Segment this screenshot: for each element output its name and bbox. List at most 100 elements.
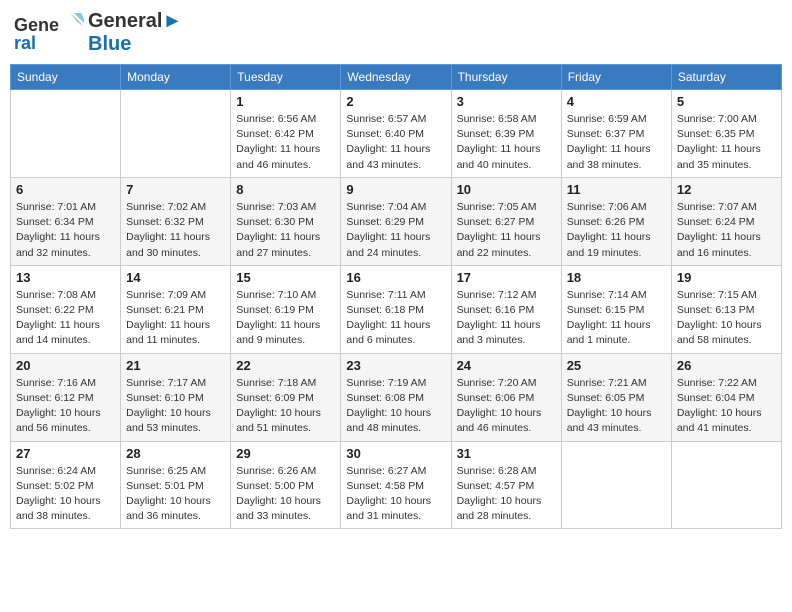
calendar-week-2: 6 Sunrise: 7:01 AMSunset: 6:34 PMDaylight… — [11, 177, 782, 265]
day-number: 31 — [457, 446, 556, 461]
day-info: Sunrise: 7:18 AMSunset: 6:09 PMDaylight:… — [236, 376, 335, 437]
day-info: Sunrise: 7:08 AMSunset: 6:22 PMDaylight:… — [16, 288, 115, 349]
calendar-cell: 26 Sunrise: 7:22 AMSunset: 6:04 PMDayligh… — [671, 353, 781, 441]
day-info: Sunrise: 6:25 AMSunset: 5:01 PMDaylight:… — [126, 464, 225, 525]
day-number: 22 — [236, 358, 335, 373]
day-info: Sunrise: 7:00 AMSunset: 6:35 PMDaylight:… — [677, 112, 776, 173]
calendar-cell: 20 Sunrise: 7:16 AMSunset: 6:12 PMDayligh… — [11, 353, 121, 441]
calendar-cell — [11, 90, 121, 178]
calendar-cell: 24 Sunrise: 7:20 AMSunset: 6:06 PMDayligh… — [451, 353, 561, 441]
day-header-tuesday: Tuesday — [231, 65, 341, 90]
day-info: Sunrise: 7:22 AMSunset: 6:04 PMDaylight:… — [677, 376, 776, 437]
day-number: 29 — [236, 446, 335, 461]
calendar-cell: 16 Sunrise: 7:11 AMSunset: 6:18 PMDayligh… — [341, 265, 451, 353]
day-info: Sunrise: 7:03 AMSunset: 6:30 PMDaylight:… — [236, 200, 335, 261]
day-number: 7 — [126, 182, 225, 197]
calendar-cell: 1 Sunrise: 6:56 AMSunset: 6:42 PMDaylight… — [231, 90, 341, 178]
day-info: Sunrise: 7:01 AMSunset: 6:34 PMDaylight:… — [16, 200, 115, 261]
day-number: 14 — [126, 270, 225, 285]
day-number: 23 — [346, 358, 445, 373]
day-number: 1 — [236, 94, 335, 109]
day-info: Sunrise: 7:16 AMSunset: 6:12 PMDaylight:… — [16, 376, 115, 437]
day-number: 8 — [236, 182, 335, 197]
calendar-cell: 6 Sunrise: 7:01 AMSunset: 6:34 PMDaylight… — [11, 177, 121, 265]
calendar-cell — [671, 441, 781, 529]
day-info: Sunrise: 7:14 AMSunset: 6:15 PMDaylight:… — [567, 288, 666, 349]
calendar-cell: 4 Sunrise: 6:59 AMSunset: 6:37 PMDaylight… — [561, 90, 671, 178]
day-info: Sunrise: 6:28 AMSunset: 4:57 PMDaylight:… — [457, 464, 556, 525]
calendar-cell: 10 Sunrise: 7:05 AMSunset: 6:27 PMDayligh… — [451, 177, 561, 265]
day-info: Sunrise: 6:59 AMSunset: 6:37 PMDaylight:… — [567, 112, 666, 173]
calendar-cell: 18 Sunrise: 7:14 AMSunset: 6:15 PMDayligh… — [561, 265, 671, 353]
day-info: Sunrise: 7:20 AMSunset: 6:06 PMDaylight:… — [457, 376, 556, 437]
day-number: 16 — [346, 270, 445, 285]
day-info: Sunrise: 6:24 AMSunset: 5:02 PMDaylight:… — [16, 464, 115, 525]
day-number: 25 — [567, 358, 666, 373]
calendar-cell: 23 Sunrise: 7:19 AMSunset: 6:08 PMDayligh… — [341, 353, 451, 441]
day-info: Sunrise: 7:11 AMSunset: 6:18 PMDaylight:… — [346, 288, 445, 349]
calendar-cell: 2 Sunrise: 6:57 AMSunset: 6:40 PMDaylight… — [341, 90, 451, 178]
calendar-cell — [561, 441, 671, 529]
day-info: Sunrise: 7:12 AMSunset: 6:16 PMDaylight:… — [457, 288, 556, 349]
calendar-cell: 28 Sunrise: 6:25 AMSunset: 5:01 PMDayligh… — [121, 441, 231, 529]
day-number: 30 — [346, 446, 445, 461]
day-info: Sunrise: 6:57 AMSunset: 6:40 PMDaylight:… — [346, 112, 445, 173]
calendar-cell: 9Sunrise: 7:04 AMSunset: 6:29 PMDaylight… — [341, 177, 451, 265]
day-number: 2 — [346, 94, 445, 109]
calendar: SundayMondayTuesdayWednesdayThursdayFrid… — [10, 64, 782, 529]
calendar-cell: 31 Sunrise: 6:28 AMSunset: 4:57 PMDayligh… — [451, 441, 561, 529]
day-number: 20 — [16, 358, 115, 373]
day-header-wednesday: Wednesday — [341, 65, 451, 90]
calendar-cell: 15Sunrise: 7:10 AMSunset: 6:19 PMDayligh… — [231, 265, 341, 353]
day-info: Sunrise: 7:19 AMSunset: 6:08 PMDaylight:… — [346, 376, 445, 437]
day-info: Sunrise: 7:02 AMSunset: 6:32 PMDaylight:… — [126, 200, 225, 261]
day-info: Sunrise: 7:10 AMSunset: 6:19 PMDaylight:… — [236, 288, 335, 349]
calendar-cell: 13 Sunrise: 7:08 AMSunset: 6:22 PMDayligh… — [11, 265, 121, 353]
day-header-thursday: Thursday — [451, 65, 561, 90]
day-number: 28 — [126, 446, 225, 461]
day-info: Sunrise: 7:09 AMSunset: 6:21 PMDaylight:… — [126, 288, 225, 349]
day-number: 10 — [457, 182, 556, 197]
day-number: 4 — [567, 94, 666, 109]
calendar-cell: 19Sunrise: 7:15 AMSunset: 6:13 PMDayligh… — [671, 265, 781, 353]
day-number: 26 — [677, 358, 776, 373]
calendar-week-3: 13 Sunrise: 7:08 AMSunset: 6:22 PMDayligh… — [11, 265, 782, 353]
calendar-cell: 30 Sunrise: 6:27 AMSunset: 4:58 PMDayligh… — [341, 441, 451, 529]
day-number: 18 — [567, 270, 666, 285]
calendar-cell: 14 Sunrise: 7:09 AMSunset: 6:21 PMDayligh… — [121, 265, 231, 353]
calendar-cell: 8 Sunrise: 7:03 AMSunset: 6:30 PMDaylight… — [231, 177, 341, 265]
svg-text:ral: ral — [14, 33, 36, 53]
calendar-cell: 29 Sunrise: 6:26 AMSunset: 5:00 PMDayligh… — [231, 441, 341, 529]
day-info: Sunrise: 6:26 AMSunset: 5:00 PMDaylight:… — [236, 464, 335, 525]
calendar-cell: 22 Sunrise: 7:18 AMSunset: 6:09 PMDayligh… — [231, 353, 341, 441]
calendar-cell: 5Sunrise: 7:00 AMSunset: 6:35 PMDaylight… — [671, 90, 781, 178]
day-number: 24 — [457, 358, 556, 373]
day-info: Sunrise: 7:05 AMSunset: 6:27 PMDaylight:… — [457, 200, 556, 261]
day-number: 21 — [126, 358, 225, 373]
calendar-cell: 21 Sunrise: 7:17 AMSunset: 6:10 PMDayligh… — [121, 353, 231, 441]
day-info: Sunrise: 6:56 AMSunset: 6:42 PMDaylight:… — [236, 112, 335, 173]
calendar-cell — [121, 90, 231, 178]
day-info: Sunrise: 7:04 AMSunset: 6:29 PMDaylight:… — [346, 200, 445, 261]
page-header: Gene ral General► Blue — [10, 10, 782, 56]
day-number: 11 — [567, 182, 666, 197]
day-info: Sunrise: 7:15 AMSunset: 6:13 PMDaylight:… — [677, 288, 776, 349]
calendar-cell: 25Sunrise: 7:21 AMSunset: 6:05 PMDayligh… — [561, 353, 671, 441]
day-number: 27 — [16, 446, 115, 461]
day-header-sunday: Sunday — [11, 65, 121, 90]
day-number: 6 — [16, 182, 115, 197]
logo-text-general: General► — [88, 10, 182, 33]
day-info: Sunrise: 7:17 AMSunset: 6:10 PMDaylight:… — [126, 376, 225, 437]
calendar-week-1: 1 Sunrise: 6:56 AMSunset: 6:42 PMDaylight… — [11, 90, 782, 178]
calendar-week-4: 20 Sunrise: 7:16 AMSunset: 6:12 PMDayligh… — [11, 353, 782, 441]
day-info: Sunrise: 6:58 AMSunset: 6:39 PMDaylight:… — [457, 112, 556, 173]
svg-text:Gene: Gene — [14, 15, 59, 35]
calendar-cell: 27 Sunrise: 6:24 AMSunset: 5:02 PMDayligh… — [11, 441, 121, 529]
calendar-cell: 17Sunrise: 7:12 AMSunset: 6:16 PMDayligh… — [451, 265, 561, 353]
day-number: 13 — [16, 270, 115, 285]
day-number: 3 — [457, 94, 556, 109]
logo-text-blue: Blue — [88, 33, 182, 56]
day-info: Sunrise: 6:27 AMSunset: 4:58 PMDaylight:… — [346, 464, 445, 525]
calendar-cell: 11Sunrise: 7:06 AMSunset: 6:26 PMDayligh… — [561, 177, 671, 265]
day-header-monday: Monday — [121, 65, 231, 90]
